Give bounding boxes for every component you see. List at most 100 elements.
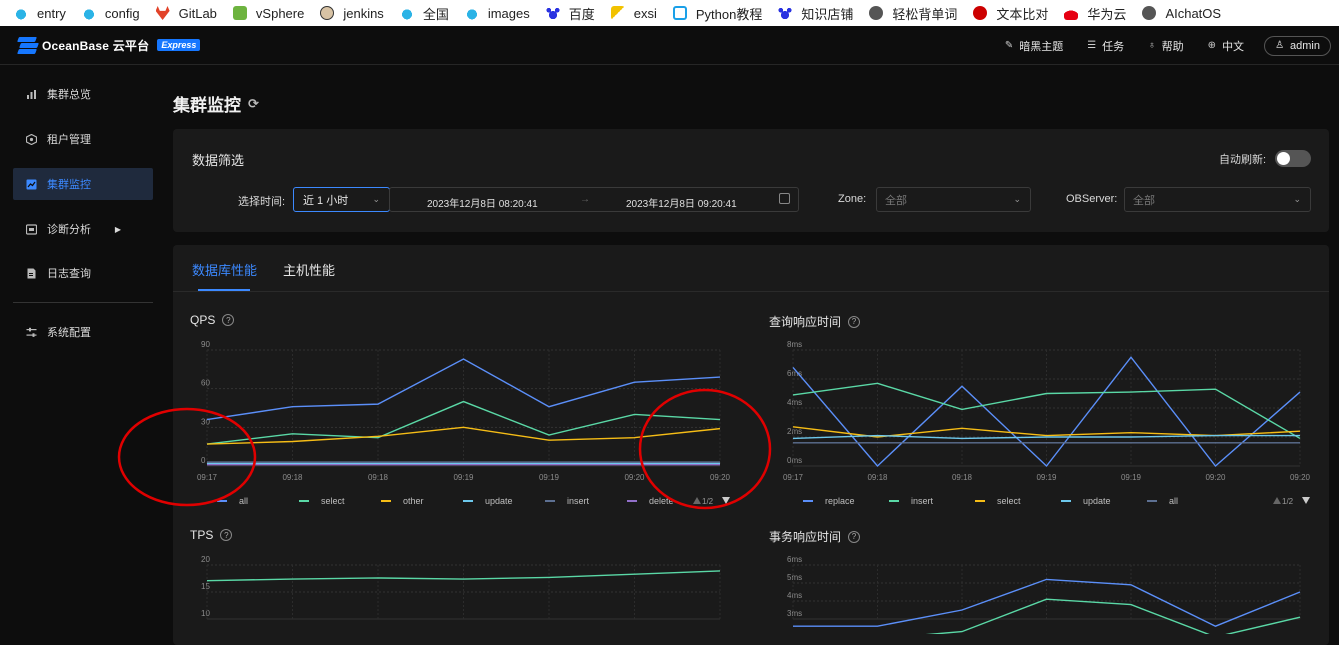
- lotus-icon: [399, 6, 414, 20]
- bookmark-quanguo[interactable]: 全国: [399, 4, 449, 23]
- chart-title-query-latency: 查询响应时间?: [769, 313, 861, 330]
- sidebar-item-settings[interactable]: 系统配置: [13, 316, 153, 348]
- calendar-icon[interactable]: [779, 193, 790, 204]
- language-button[interactable]: ⊕ 中文: [1208, 38, 1244, 54]
- sidebar-item-label: 租户管理: [47, 134, 91, 146]
- help-circle-icon[interactable]: ?: [848, 315, 861, 328]
- sidebar-item-diagnosis[interactable]: 诊断分析 ▶: [13, 213, 153, 245]
- start-date-input[interactable]: 2023年12月8日 08:20:41: [427, 195, 538, 210]
- bookmark-label: 全国: [422, 6, 449, 22]
- legend-prev-icon: [693, 497, 701, 504]
- bookmark-diff[interactable]: 文本比对: [973, 4, 1048, 23]
- legend-pager: 1/2: [702, 497, 714, 506]
- sidebar-divider: [13, 302, 153, 303]
- x-tick-label: 09:18: [952, 473, 973, 482]
- y-tick-label: 4ms: [787, 591, 802, 600]
- tab-db-performance[interactable]: 数据库性能: [192, 260, 257, 279]
- date-range-picker[interactable]: 2023年12月8日 08:20:41 → 2023年12月8日 09:20:4…: [389, 187, 799, 212]
- bar-chart-icon: [27, 89, 36, 99]
- x-tick-label: 09:17: [197, 473, 218, 482]
- toggle-knob: [1277, 152, 1290, 165]
- refresh-icon[interactable]: ⟳: [248, 96, 259, 112]
- sidebar-item-label: 系统配置: [47, 327, 91, 339]
- help-circle-icon[interactable]: ?: [220, 529, 233, 541]
- y-tick-label: 6ms: [787, 369, 802, 378]
- bookmark-config[interactable]: config: [81, 5, 140, 21]
- huawei-icon: [1064, 6, 1079, 20]
- globe-icon: [1142, 6, 1157, 20]
- bookmark-jenkins[interactable]: jenkins: [320, 5, 384, 21]
- bookmark-label: AIchatOS: [1165, 5, 1222, 21]
- bookmark-shop[interactable]: 知识店铺: [778, 4, 853, 23]
- legend-prev-icon: [1273, 497, 1281, 504]
- bot-icon: [672, 6, 687, 20]
- tabs-divider: [173, 291, 1329, 292]
- help-circle-icon[interactable]: ?: [848, 530, 861, 543]
- y-tick-label: 0: [201, 456, 206, 465]
- bookmark-label: config: [104, 5, 140, 21]
- bookmark-gitlab[interactable]: GitLab: [155, 5, 217, 21]
- series-line: [206, 570, 721, 582]
- sidebar-item-label: 诊断分析: [47, 224, 91, 236]
- app-header: OceanBase 云平台 Express ✎ 暗黑主题 ☰ 任务 ♁ 帮助 ⊕ 中文 …: [0, 26, 1339, 65]
- legend-item: replace: [825, 496, 855, 506]
- tasks-button[interactable]: ☰ 任务: [1087, 38, 1124, 54]
- bookmark-python[interactable]: Python教程: [672, 4, 762, 23]
- help-circle-icon[interactable]: ?: [222, 314, 235, 326]
- chart-title-txn-latency: 事务响应时间?: [769, 528, 861, 545]
- app-logo[interactable]: OceanBase 云平台 Express: [17, 37, 201, 54]
- legend-item: update: [485, 496, 513, 506]
- tab-host-performance[interactable]: 主机性能: [283, 260, 335, 279]
- sidebar-item-monitor[interactable]: 集群监控: [13, 168, 153, 200]
- end-date-input[interactable]: 2023年12月8日 09:20:41: [626, 195, 737, 210]
- bookmark-label: jenkins: [343, 5, 384, 21]
- zone-label: Zone:: [838, 193, 867, 205]
- bookmark-huawei[interactable]: 华为云: [1064, 4, 1126, 23]
- legend-item: all: [1169, 496, 1178, 506]
- server-value: 全部: [1133, 194, 1155, 207]
- sidebar-item-overview[interactable]: 集群总览: [13, 78, 153, 110]
- chevron-down-icon: ⌄: [372, 194, 380, 204]
- x-tick-label: 09:19: [539, 473, 560, 482]
- x-tick-label: 09:20: [1290, 473, 1311, 482]
- bookmark-aichatos[interactable]: AIchatOS: [1142, 6, 1221, 21]
- list-icon: ☰: [1087, 40, 1097, 51]
- sidebar-item-label: 集群监控: [47, 179, 91, 191]
- lotus-icon: [81, 6, 96, 20]
- qps-chart[interactable]: 030609009:17 09:18 09:18 09:19 09:19 09:20 09:…: [180, 340, 740, 510]
- sidebar-item-logs[interactable]: 日志查询: [13, 257, 153, 289]
- x-tick-label: 09:18: [867, 473, 888, 482]
- sidebar-item-tenants[interactable]: 租户管理: [13, 123, 153, 155]
- legend-next-icon: [722, 497, 730, 504]
- y-tick-label: 0ms: [787, 456, 802, 465]
- bookmark-baidu[interactable]: 百度: [545, 4, 595, 23]
- page-title: 集群监控 ⟳: [173, 91, 259, 116]
- jenkins-icon: [320, 6, 335, 20]
- user-menu[interactable]: ♙ admin: [1264, 35, 1331, 56]
- server-select[interactable]: 全部 ⌄: [1124, 187, 1311, 212]
- bookmark-label: GitLab: [178, 5, 217, 21]
- bookmark-label: exsi: [633, 5, 657, 21]
- app-name: OceanBase 云平台: [42, 38, 150, 53]
- x-tick-label: 09:17: [783, 473, 804, 482]
- theme-button[interactable]: ✎ 暗黑主题: [1005, 38, 1063, 54]
- monitor-chart-icon: [26, 179, 37, 189]
- bookmark-vsphere[interactable]: vSphere: [232, 6, 304, 21]
- x-tick-label: 09:19: [1121, 473, 1142, 482]
- zone-select[interactable]: 全部 ⌄: [876, 187, 1031, 212]
- bookmark-images[interactable]: images: [464, 6, 530, 21]
- query-latency-chart[interactable]: 0ms2ms4ms6ms8ms09:17 09:18 09:18 09:19 09:19…: [760, 340, 1320, 510]
- bulb-icon: ♁: [1148, 40, 1156, 51]
- chevron-down-icon: ⌄: [1013, 194, 1021, 204]
- help-button[interactable]: ♁ 帮助: [1148, 38, 1184, 54]
- legend-item: delete: [649, 496, 674, 506]
- bookmark-words[interactable]: 轻松背单词: [869, 4, 957, 23]
- auto-refresh-toggle[interactable]: [1275, 150, 1311, 167]
- txn-latency-chart[interactable]: 3ms 4ms 5ms 6ms: [760, 555, 1320, 634]
- bookmark-label: 文本比对: [996, 6, 1049, 22]
- time-range-select[interactable]: 近 1 小时 ⌄: [293, 187, 390, 212]
- bookmark-entry[interactable]: entry: [14, 6, 66, 21]
- tps-chart[interactable]: 10 15 20: [180, 555, 740, 634]
- bookmark-exsi[interactable]: exsi: [610, 5, 657, 21]
- x-tick-label: 09:20: [1205, 473, 1226, 482]
